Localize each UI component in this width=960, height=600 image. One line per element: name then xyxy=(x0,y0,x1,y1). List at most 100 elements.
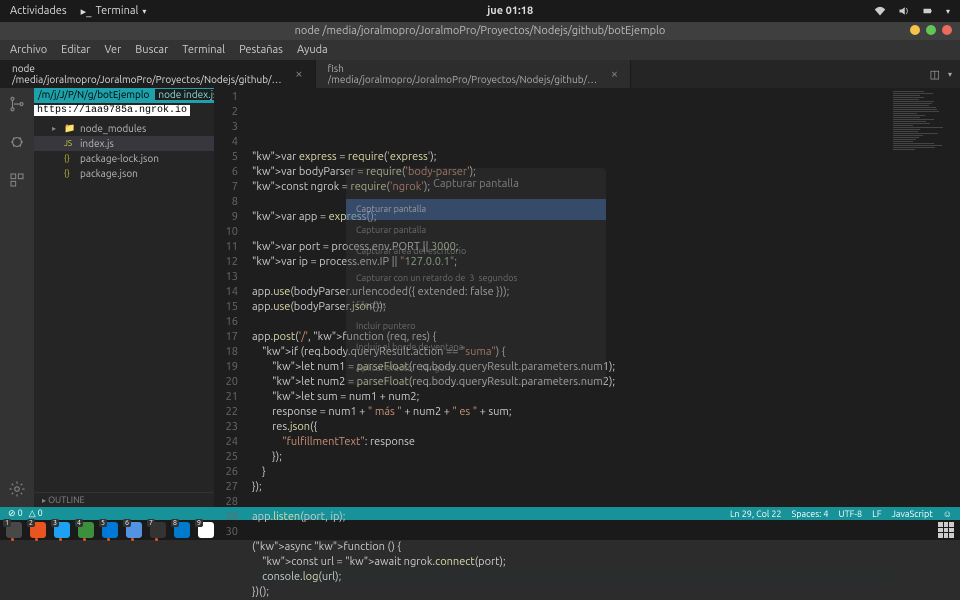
sidebar-explorer: /m/j/J/P/N/g/botEjemplo node index.js ht… xyxy=(34,88,214,507)
code-line[interactable]: ("kw">async "kw">function () { xyxy=(252,540,890,555)
code-line[interactable]: console.log(url); xyxy=(252,570,890,585)
code-line[interactable]: }); xyxy=(252,450,890,465)
code-line[interactable] xyxy=(252,195,890,210)
code-line[interactable]: app.post('/', "kw">function (req, res) { xyxy=(252,330,890,345)
code-line[interactable] xyxy=(252,225,890,240)
menu-item[interactable]: Buscar xyxy=(135,44,168,56)
line-number: 13 xyxy=(214,270,238,285)
line-number: 27 xyxy=(214,480,238,495)
window-titlebar: node /media/joralmopro/JoralmoPro/Proyec… xyxy=(0,22,960,40)
file-tree-item[interactable]: ▸📁node_modules xyxy=(34,121,214,136)
clock[interactable]: jue 01:18 xyxy=(146,5,874,17)
line-number: 12 xyxy=(214,255,238,270)
code-line[interactable]: "kw">const url = "kw">await ngrok.connec… xyxy=(252,555,890,570)
minimize-button[interactable] xyxy=(910,25,920,35)
dock-app-icon[interactable]: 7 xyxy=(150,522,166,538)
status-item[interactable]: ☺ xyxy=(943,509,952,519)
status-item[interactable]: ⊘ 0 xyxy=(8,508,23,519)
code-line[interactable]: "kw">var bodyParser = require('body-pars… xyxy=(252,165,890,180)
code-line[interactable]: })(); xyxy=(252,585,890,600)
maximize-button[interactable] xyxy=(926,25,936,35)
code-line[interactable]: app.listen(port, ip); xyxy=(252,510,890,525)
menu-item[interactable]: Pestañas xyxy=(239,44,283,56)
dock-app-icon[interactable]: 2 xyxy=(30,522,46,538)
close-icon[interactable]: × xyxy=(295,67,302,81)
dock-app-icon[interactable]: 3 xyxy=(54,522,70,538)
json-icon: {} xyxy=(64,154,76,163)
code-line[interactable]: "kw">var ip = process.env.IP || "127.0.0… xyxy=(252,255,890,270)
menu-item[interactable]: Terminal xyxy=(182,44,225,56)
app-menu[interactable]: ▸_ Terminal ▾ xyxy=(81,5,147,18)
extensions-icon[interactable] xyxy=(7,170,27,190)
minimap[interactable] xyxy=(890,88,960,507)
code-line[interactable]: "kw">if (req.body.queryResult.action == … xyxy=(252,345,890,360)
chevron-down-icon[interactable]: ▾ xyxy=(946,7,950,16)
settings-icon[interactable] xyxy=(7,479,27,499)
menu-item[interactable]: Ayuda xyxy=(297,44,328,56)
code-line[interactable]: "kw">let num1 = parseFloat(req.body.quer… xyxy=(252,360,890,375)
line-number: 20 xyxy=(214,375,238,390)
terminal-output-url: https://1aa9785a.ngrok.io xyxy=(34,105,190,116)
code-line[interactable]: "kw">let num2 = parseFloat(req.body.quer… xyxy=(252,375,890,390)
line-number: 19 xyxy=(214,360,238,375)
code-line[interactable]: } xyxy=(252,465,890,480)
tab-inactive[interactable]: fish /media/joralmopro/JoralmoPro/Proyec… xyxy=(316,60,632,88)
line-number: 7 xyxy=(214,180,238,195)
status-item[interactable]: JavaScript xyxy=(891,509,932,519)
debug-icon[interactable] xyxy=(7,132,27,152)
line-number: 22 xyxy=(214,405,238,420)
activity-bar xyxy=(0,88,34,507)
code-editor[interactable]: 1234567891011121314151617181920212223242… xyxy=(214,88,960,507)
folder-icon: 📁 xyxy=(64,123,76,134)
close-button[interactable] xyxy=(942,25,952,35)
activities-button[interactable]: Actividades xyxy=(10,5,67,17)
chevron-icon: ▸ xyxy=(52,124,60,133)
code-line[interactable]: "kw">let sum = num1 + num2; xyxy=(252,390,890,405)
code-line[interactable] xyxy=(252,525,890,540)
dock-app-icon[interactable]: 1 xyxy=(6,522,22,538)
code-line[interactable] xyxy=(252,270,890,285)
dock-app-icon[interactable]: 4 xyxy=(78,522,94,538)
code-line[interactable]: "kw">var express = require('express'); xyxy=(252,150,890,165)
menu-item[interactable]: Archivo xyxy=(10,44,47,56)
volume-icon[interactable] xyxy=(898,5,910,17)
outline-section[interactable]: ▸ OUTLINE xyxy=(34,492,214,507)
terminal-prompt-line: /m/j/J/P/N/g/botEjemplo node index.js xyxy=(34,88,214,103)
code-line[interactable]: "kw">const ngrok = require('ngrok'); xyxy=(252,180,890,195)
code-line[interactable]: "kw">var app = express(); xyxy=(252,210,890,225)
terminal-icon: ▸_ xyxy=(81,5,92,18)
line-gutter: 1234567891011121314151617181920212223242… xyxy=(214,88,246,507)
file-tree-item[interactable]: {}package.json xyxy=(34,166,214,181)
file-tree-item[interactable]: {}package-lock.json xyxy=(34,151,214,166)
dock-app-icon[interactable]: 9 xyxy=(198,522,214,538)
dock-app-icon[interactable]: 5 xyxy=(102,522,118,538)
menu-item[interactable]: Ver xyxy=(104,44,121,56)
js-icon: JS xyxy=(64,139,76,148)
code-line[interactable]: response = num1 + " más " + num2 + " es … xyxy=(252,405,890,420)
code-line[interactable]: }); xyxy=(252,480,890,495)
code-line[interactable]: res.json({ xyxy=(252,420,890,435)
code-content[interactable]: Capturar pantallaCapturar pantallaCaptur… xyxy=(246,88,890,507)
wifi-icon[interactable] xyxy=(874,5,886,17)
tab-active[interactable]: node /media/joralmopro/JoralmoPro/Proyec… xyxy=(0,60,316,88)
code-line[interactable]: app.use(bodyParser.json()); xyxy=(252,300,890,315)
show-apps-icon[interactable] xyxy=(938,522,954,538)
split-icon[interactable]: ◫ xyxy=(930,68,940,81)
dock-app-icon[interactable]: 6 xyxy=(126,522,142,538)
code-line[interactable]: app.use(bodyParser.urlencoded({ extended… xyxy=(252,285,890,300)
battery-icon[interactable] xyxy=(922,5,934,17)
file-tree-item[interactable]: JSindex.js xyxy=(34,136,214,151)
code-line[interactable] xyxy=(252,495,890,510)
line-number: 29 xyxy=(214,510,238,525)
close-icon[interactable]: × xyxy=(611,67,618,81)
status-item[interactable]: △ 0 xyxy=(29,508,43,519)
menu-item[interactable]: Editar xyxy=(61,44,90,56)
code-line[interactable]: "fulfillmentText": response xyxy=(252,435,890,450)
dock-app-icon[interactable]: 8 xyxy=(174,522,190,538)
main-area: /m/j/J/P/N/g/botEjemplo node index.js ht… xyxy=(0,88,960,507)
code-line[interactable]: "kw">var port = process.env.PORT || 3000… xyxy=(252,240,890,255)
code-line[interactable] xyxy=(252,315,890,330)
chevron-down-icon[interactable]: ▾ xyxy=(948,70,952,79)
line-number: 4 xyxy=(214,135,238,150)
source-control-icon[interactable] xyxy=(7,94,27,114)
